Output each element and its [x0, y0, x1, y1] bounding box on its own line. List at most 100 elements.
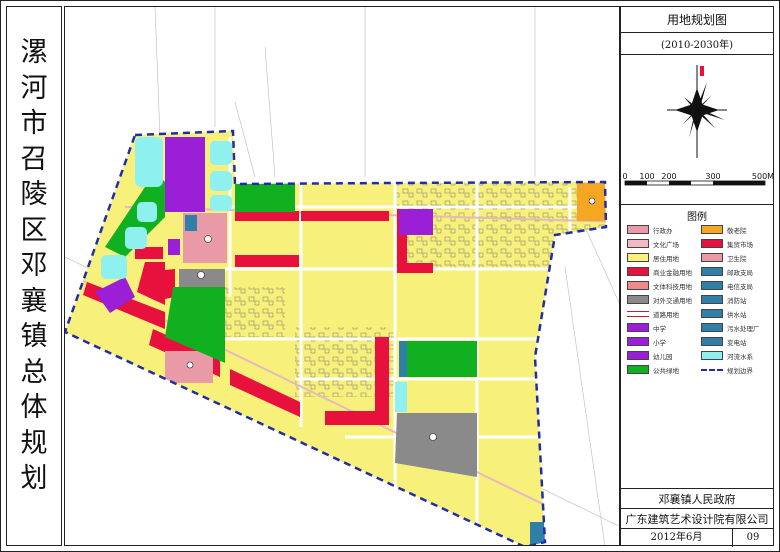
north-arrow-and-scale: 0 100 200 300 500M: [621, 55, 773, 205]
legend-swatch: [701, 351, 723, 360]
legend-swatch: [627, 295, 649, 304]
legend-label: 文体科技用地: [653, 282, 692, 291]
legend-swatch: [701, 239, 723, 248]
title-char: 市: [20, 108, 48, 139]
legend-swatch: [627, 337, 649, 346]
legend-title: 图例: [687, 212, 707, 223]
legend-swatch: [627, 239, 649, 248]
title-strip: 漯河市召陵区邓襄镇总体规划: [6, 6, 62, 546]
legend-item: 小学: [627, 335, 666, 348]
plan-date: 2012年6月: [621, 529, 733, 547]
legend-swatch: [701, 225, 723, 234]
legend-item: 规划边界: [701, 363, 753, 376]
legend-item: 敬老院: [701, 223, 747, 236]
legend: 图例 行政办文化广场居住用地商业金融用地 文体科技用地 对外交通用地 道路用地中学小学…: [621, 205, 773, 489]
legend-swatch: [701, 323, 723, 332]
site-landuse: [65, 131, 606, 545]
legend-label: 中学: [653, 324, 666, 333]
legend-swatch: [627, 281, 649, 290]
legend-item: 邮政支局: [701, 265, 753, 278]
legend-swatch: [627, 365, 649, 374]
legend-label: 电信支局: [727, 282, 753, 291]
legend-label: 污水处理厂: [727, 324, 760, 333]
client-name: 邓襄镇人民政府: [621, 489, 773, 509]
title-block-panel: 用地规划图 (2010-2030年) 0 100 200 300 500M 图例…: [620, 6, 774, 547]
legend-item: 幼儿园: [627, 349, 673, 362]
title-char: 襄: [20, 285, 48, 317]
legend-label: 敬老院: [727, 226, 747, 235]
legend-item: 集贸市场: [701, 237, 753, 250]
legend-label: 变电站: [727, 338, 747, 347]
title-char: 河: [20, 72, 48, 104]
legend-item: 消防站: [701, 293, 747, 306]
legend-swatch: [701, 337, 723, 346]
legend-swatch: [701, 281, 723, 290]
legend-item: 污水处理厂: [701, 321, 760, 334]
legend-label: 小学: [653, 338, 666, 347]
legend-item: 中学: [627, 321, 666, 334]
land-use-map[interactable]: [64, 6, 620, 546]
title-char: 划: [20, 463, 48, 494]
scale-label: 200: [661, 172, 676, 181]
legend-item: 对外交通用地: [627, 293, 692, 306]
legend-label: 居住用地: [653, 254, 679, 263]
legend-label: 邮政支局: [727, 268, 753, 277]
legend-swatch: [701, 295, 723, 304]
scale-label: 100: [639, 172, 654, 181]
title-char: 召: [20, 143, 48, 175]
legend-swatch: [701, 253, 723, 262]
legend-label: 文化广场: [653, 240, 679, 249]
title-char: 总: [20, 356, 48, 388]
title-char: 区: [20, 214, 48, 246]
title-char: 体: [20, 392, 48, 423]
legend-item: 卫生院: [701, 251, 747, 264]
plan-period: (2010-2030年): [621, 33, 773, 55]
legend-label: 商业金融用地: [653, 268, 692, 277]
scale-bar: 0 100 200 300 500M: [622, 172, 773, 185]
sheet-number: 09: [746, 532, 760, 543]
legend-label: 规划边界: [727, 366, 753, 375]
legend-label: 集贸市场: [727, 240, 753, 249]
legend-label: 消防站: [727, 296, 747, 305]
legend-swatch: [701, 368, 723, 371]
designer-name: 广东建筑艺术设计院有限公司: [621, 509, 773, 529]
legend-item: 文化广场: [627, 237, 679, 250]
date-row: 2012年6月 09: [621, 529, 773, 547]
legend-label: 道路用地: [653, 310, 679, 319]
scale-label: 300: [705, 172, 720, 181]
legend-swatch: [627, 225, 649, 234]
legend-swatch: [627, 351, 649, 360]
legend-item: 道路用地: [627, 307, 679, 320]
map-name: 用地规划图: [621, 7, 773, 33]
legend-swatch: [627, 253, 649, 262]
legend-swatch: [627, 267, 649, 276]
legend-label: 卫生院: [727, 254, 747, 263]
legend-swatch: [701, 267, 723, 276]
north-marker-icon: [700, 65, 704, 76]
title-char: 规: [20, 427, 48, 459]
legend-swatch: [627, 323, 649, 332]
title-char: 漯: [20, 37, 48, 68]
legend-item: 变电站: [701, 335, 747, 348]
title-char: 邓: [20, 250, 48, 281]
legend-item: 文体科技用地: [627, 279, 692, 292]
legend-label: 河流水系: [727, 352, 753, 361]
legend-label: 公共绿地: [653, 366, 679, 375]
legend-label: 行政办: [653, 226, 673, 235]
legend-item: 公共绿地: [627, 363, 679, 376]
legend-label: 对外交通用地: [653, 296, 692, 305]
legend-swatch: [627, 310, 649, 317]
title-char: 陵: [20, 179, 48, 210]
scale-label: 500M: [752, 172, 773, 181]
village-west: [225, 287, 285, 337]
legend-item: 居住用地: [627, 251, 679, 264]
compass-rose-icon: 0 100 200 300 500M: [622, 64, 773, 185]
land-use-map-drawing: [65, 7, 619, 545]
legend-swatch: [701, 309, 723, 318]
legend-item: 电信支局: [701, 279, 753, 292]
legend-item: 商业金融用地: [627, 265, 692, 278]
title-char: 镇: [20, 321, 48, 352]
legend-label: 供水站: [727, 310, 747, 319]
legend-item: 河流水系: [701, 349, 753, 362]
legend-label: 幼儿园: [653, 352, 673, 361]
